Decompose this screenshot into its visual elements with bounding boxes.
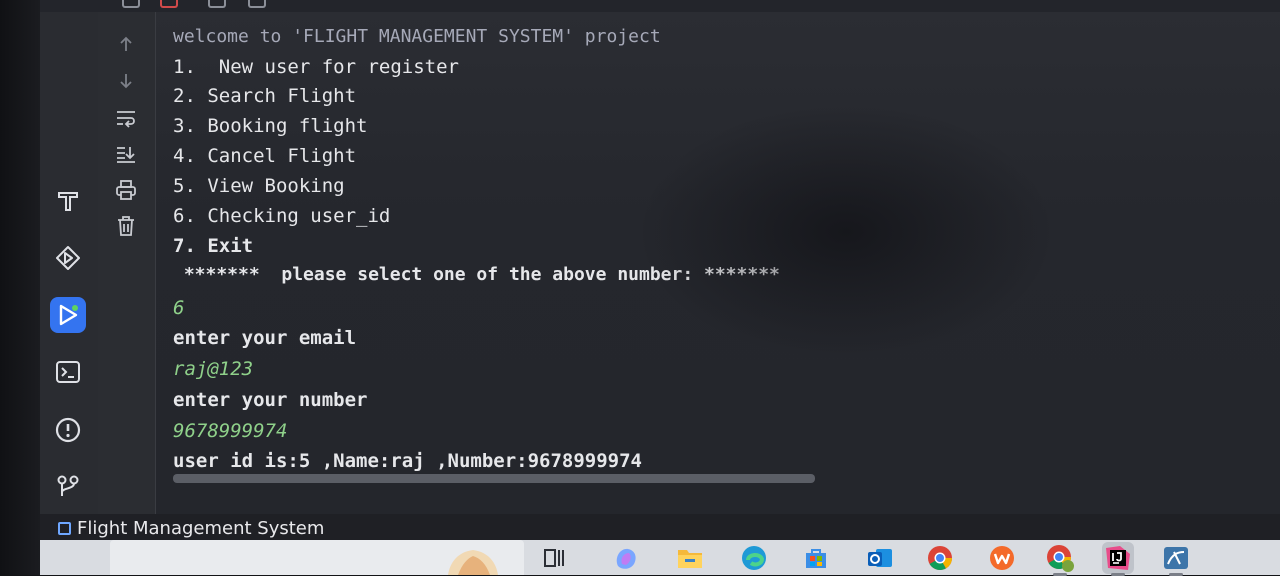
console-line: 5. View Booking [173,175,345,197]
terminal-icon[interactable] [50,354,86,390]
scroll-to-end-icon[interactable] [114,142,138,166]
toolbar-button-icon[interactable] [208,0,226,8]
horizontal-scrollbar[interactable] [173,474,815,483]
build-hammer-icon[interactable] [50,182,86,218]
git-icon[interactable] [50,468,86,504]
copilot-icon[interactable] [610,542,642,574]
scroll-down-icon[interactable] [114,69,138,93]
run-icon[interactable] [50,297,86,333]
console-line: 7. Exit [173,235,254,257]
project-breadcrumb[interactable]: Flight Management System [58,518,324,539]
console-line: 2. Search Flight [173,85,357,107]
intellij-icon[interactable] [1102,542,1134,576]
console-user-input: 9678999974 [173,420,288,442]
console-prompt: ******* please select one of the above n… [173,264,780,285]
os-taskbar [40,540,1280,576]
console-prompt: enter your email [173,327,357,349]
edge-icon[interactable] [738,542,770,574]
console-user-input: raj@123 [173,358,254,380]
stop-icon[interactable] [160,0,178,8]
clear-all-icon[interactable] [114,214,138,238]
weather-widget-icon [448,550,498,575]
tool-window-rail [40,12,98,514]
chrome-profile-icon[interactable] [1044,542,1076,576]
project-name: Flight Management System [77,518,325,539]
toolbar-button-icon[interactable] [122,0,140,8]
toolbar-button-icon[interactable] [248,0,266,8]
scroll-up-icon[interactable] [114,32,138,56]
services-icon[interactable] [50,240,86,276]
soft-wrap-icon[interactable] [114,106,138,130]
project-module-icon [58,522,71,535]
task-view-icon[interactable] [538,542,570,574]
console-toolbar [98,12,156,514]
taskbar-search-area[interactable] [110,540,524,575]
console-line: 1. New user for register [173,56,459,78]
wps-office-icon[interactable] [986,542,1018,574]
console-prompt: enter your number [173,389,368,411]
console-result: user id is:5 ,Name:raj ,Number:967899997… [173,450,642,472]
store-icon[interactable] [800,542,832,574]
monitor-bezel [0,0,40,575]
run-console[interactable]: welcome to 'FLIGHT MANAGEMENT SYSTEM' pr… [156,12,1280,514]
console-line: 6. Checking user_id [173,205,391,227]
chrome-icon[interactable] [924,542,956,574]
file-explorer-icon[interactable] [674,542,706,574]
print-icon[interactable] [114,178,138,202]
console-line: welcome to 'FLIGHT MANAGEMENT SYSTEM' pr… [173,26,661,47]
window-top-toolbar [40,0,1280,12]
status-bar: Flight Management System [40,514,1280,540]
mysql-workbench-icon[interactable] [1160,542,1192,576]
console-line: 3. Booking flight [173,115,368,137]
problems-icon[interactable] [50,412,86,448]
outlook-icon[interactable] [864,542,896,574]
console-user-input: 6 [173,297,185,319]
console-line: 4. Cancel Flight [173,145,357,167]
